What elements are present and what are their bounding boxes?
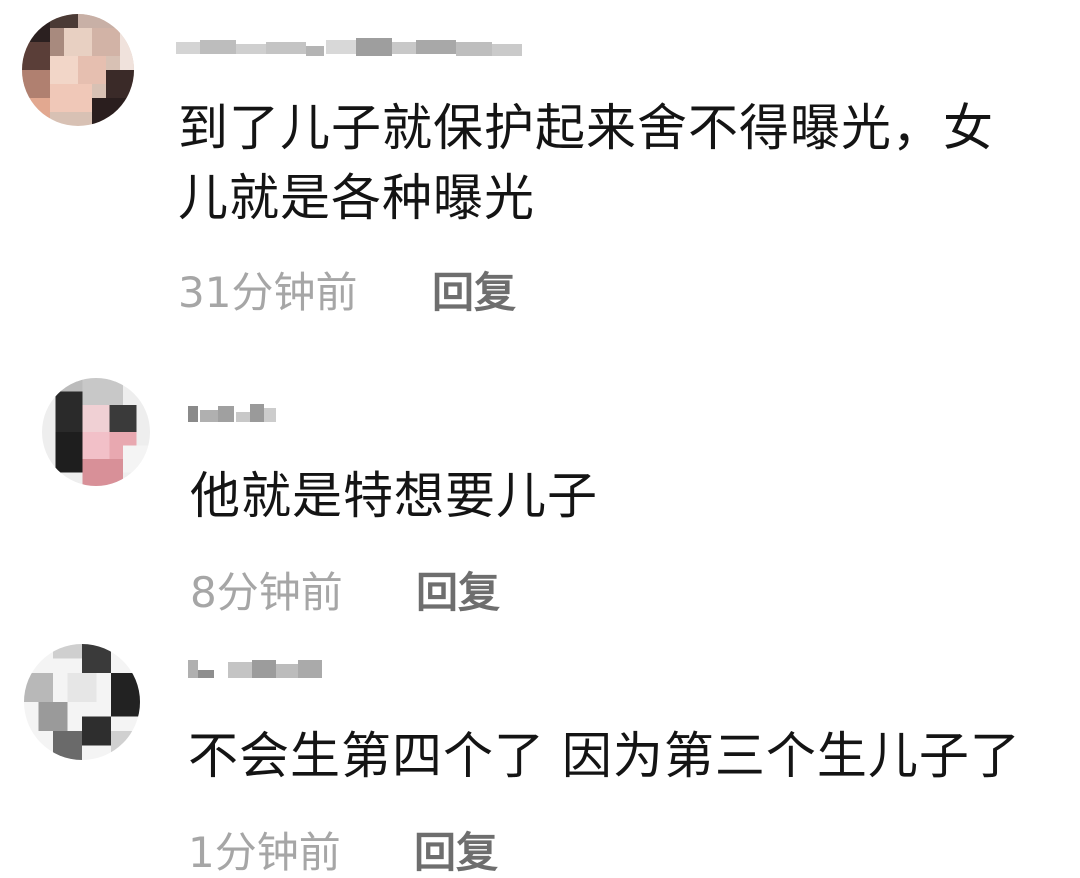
avatar[interactable] (24, 644, 140, 760)
comment-item: 不会生第四个了 因为第三个生儿子了 1分钟前 回复 (0, 636, 1080, 878)
comment-text: 不会生第四个了 因为第三个生儿子了 (188, 727, 1021, 785)
reply-button[interactable]: 回复 (414, 828, 498, 878)
reply-button[interactable]: 回复 (416, 568, 500, 618)
avatar[interactable] (42, 378, 150, 486)
avatar[interactable] (22, 14, 134, 126)
comment-text: 儿就是各种曝光 (178, 169, 535, 227)
comment-item: 他就是特想要儿子 8分钟前 回复 (0, 360, 1080, 630)
comment-text: 他就是特想要儿子 (190, 467, 598, 525)
username-blurred[interactable] (188, 658, 322, 680)
timestamp: 31分钟前 (178, 268, 358, 317)
timestamp: 8分钟前 (190, 568, 343, 617)
reply-button[interactable]: 回复 (432, 268, 516, 318)
username-blurred[interactable] (188, 402, 276, 424)
comment-text: 到了儿子就保护起来舍不得曝光，女 (178, 99, 994, 157)
username-blurred[interactable] (176, 36, 522, 58)
timestamp: 1分钟前 (188, 828, 341, 877)
comment-item: 到了儿子就保护起来舍不得曝光，女 儿就是各种曝光 31分钟前 回复 (0, 0, 1080, 340)
